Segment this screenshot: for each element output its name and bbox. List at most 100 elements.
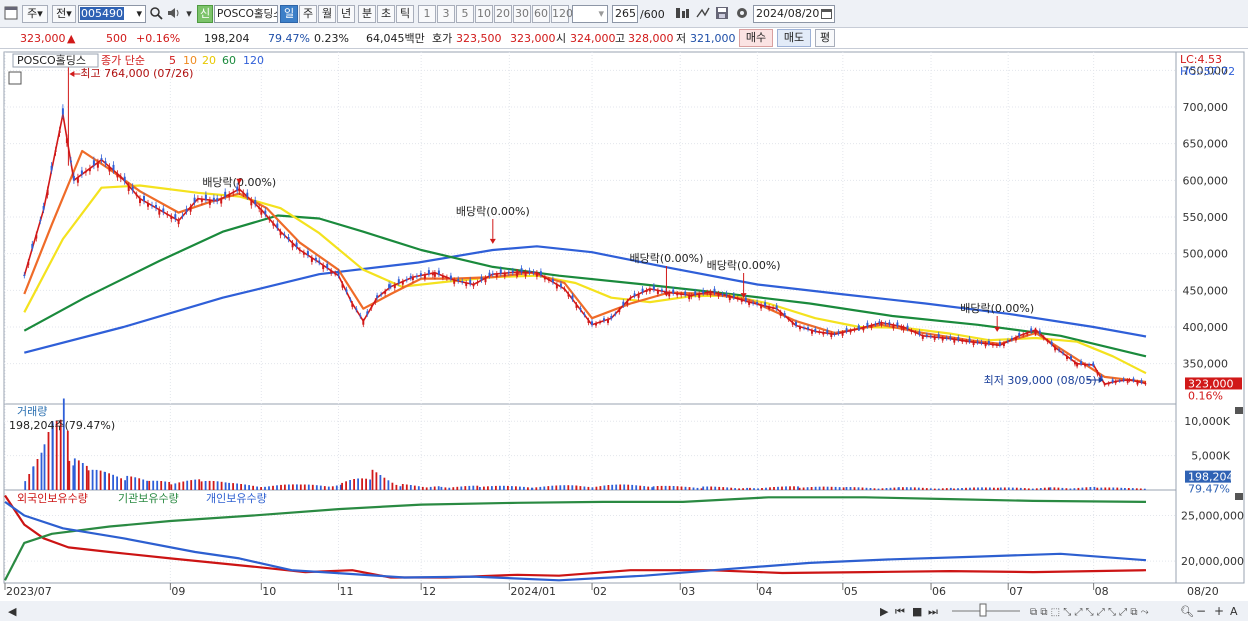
volume-bar xyxy=(753,488,755,490)
interval-30[interactable]: 30 xyxy=(513,5,531,23)
volume-bar xyxy=(43,444,46,490)
candle-body xyxy=(127,185,130,191)
date-input[interactable]: 2024/08/20 xyxy=(753,5,835,23)
candle-body xyxy=(618,309,621,313)
chevron-down-icon[interactable]: ▾ xyxy=(184,6,194,22)
volume-bar xyxy=(635,485,638,490)
market-select[interactable]: 주▾ xyxy=(22,5,48,23)
font-size-icon[interactable]: A xyxy=(1230,605,1238,618)
interval-60[interactable]: 60 xyxy=(532,5,550,23)
interval-custom-input[interactable]: ▾ xyxy=(572,5,608,23)
scroll-right-icon[interactable]: ▶ xyxy=(880,605,889,618)
volume-bar xyxy=(706,486,709,490)
candle-body xyxy=(419,273,422,276)
search-icon[interactable] xyxy=(148,6,164,22)
interval-10[interactable]: 10 xyxy=(475,5,493,23)
candle-body xyxy=(189,207,192,212)
up-arrow-icon: ▲ xyxy=(67,32,76,45)
last-page-icon[interactable]: ⏭ xyxy=(928,605,938,618)
volume-bar xyxy=(656,486,659,490)
interval-1[interactable]: 1 xyxy=(418,5,436,23)
volume-bar xyxy=(77,460,80,490)
gear-icon[interactable] xyxy=(734,6,750,22)
volume-bar xyxy=(857,487,860,490)
volume-bar xyxy=(168,482,171,490)
candle-body xyxy=(427,270,430,274)
period-second[interactable]: 초 xyxy=(377,5,395,23)
candle-body xyxy=(384,291,387,294)
volume-bar xyxy=(969,487,971,490)
lock-icon[interactable] xyxy=(695,6,711,22)
candle-body xyxy=(896,322,899,326)
speaker-icon[interactable] xyxy=(166,6,182,22)
period-week[interactable]: 주 xyxy=(299,5,317,23)
volume-bar xyxy=(830,486,833,490)
volume-bar xyxy=(160,481,163,490)
volume-bar xyxy=(680,486,683,490)
close-icon[interactable] xyxy=(1235,407,1243,414)
candle-body xyxy=(174,214,177,219)
candle-body xyxy=(326,263,329,268)
volume-bar xyxy=(1100,487,1103,490)
holdings-panel xyxy=(3,489,1177,584)
volume-bar xyxy=(220,481,223,490)
count-input[interactable]: 265 xyxy=(612,5,638,23)
stop-icon[interactable]: ■ xyxy=(912,605,922,618)
save-icon[interactable] xyxy=(714,6,730,22)
close-icon[interactable] xyxy=(1235,493,1243,500)
tool-icon[interactable] xyxy=(675,6,691,22)
candle-body xyxy=(461,281,464,282)
volume-bar xyxy=(456,486,459,490)
candle-body xyxy=(736,298,739,300)
scroll-left-icon[interactable]: ◀ xyxy=(8,605,17,618)
volume-bar xyxy=(615,484,618,490)
interval-120[interactable]: 120 xyxy=(551,5,573,23)
volume-bar xyxy=(599,486,602,490)
interval-5[interactable]: 5 xyxy=(456,5,474,23)
first-page-icon[interactable]: ⏮ xyxy=(895,605,905,618)
candle-body xyxy=(484,278,487,283)
calendar-icon[interactable] xyxy=(8,71,22,85)
volume-bar xyxy=(742,488,744,490)
volume-bar xyxy=(583,486,586,490)
volume-bar xyxy=(204,481,207,490)
candle-body xyxy=(874,323,877,325)
volume-bar xyxy=(405,484,408,490)
zoom-slider[interactable] xyxy=(979,603,987,617)
period-month[interactable]: 월 xyxy=(318,5,336,23)
stock-chart[interactable]: 최고 764,000 (07/26) 최저 309,000 (08/05) 배당락(… xyxy=(0,50,1248,621)
period-year[interactable]: 년 xyxy=(337,5,355,23)
calendar-icon[interactable] xyxy=(821,8,832,22)
volume-bar xyxy=(134,477,137,490)
zoom-out-icon[interactable]: − xyxy=(1196,604,1206,618)
buy-button[interactable]: 매수 xyxy=(739,29,773,47)
candle-body xyxy=(1107,383,1110,385)
interval-3[interactable]: 3 xyxy=(437,5,455,23)
volume-bar xyxy=(1089,487,1092,490)
candle-body xyxy=(147,203,149,207)
period-day[interactable]: 일 xyxy=(280,5,298,23)
zoom-icon[interactable]: 🔍︎ xyxy=(1180,605,1194,618)
candle-body xyxy=(318,260,321,263)
candle-body xyxy=(633,293,636,296)
chart-scrollbar[interactable]: ◀ ▶ ⏮ ■ ⏭ ⧉ ⧉ ⬚ ⤡ ⤢ ⤡ ⤢ ⤡ ⤢ ⧉ ⤳ 🔍︎ − + A xyxy=(0,601,1248,621)
zoom-in-icon[interactable]: + xyxy=(1214,604,1224,618)
volume-bar xyxy=(479,487,481,490)
volume-bar xyxy=(523,486,525,490)
volume-bar xyxy=(268,486,270,490)
eval-button[interactable]: 평 xyxy=(815,29,835,47)
interval-20[interactable]: 20 xyxy=(494,5,512,23)
period-minute[interactable]: 분 xyxy=(358,5,376,23)
scope-select[interactable]: 전▾ xyxy=(52,5,76,23)
candle-body xyxy=(921,335,924,339)
candle-body xyxy=(116,173,119,178)
stock-code-input[interactable]: 005490 ▾ xyxy=(78,5,146,23)
period-tick[interactable]: 틱 xyxy=(396,5,414,23)
date-value: 2024/08/20 xyxy=(756,7,820,20)
stock-name-field[interactable]: POSCO홀딩스 xyxy=(214,5,278,23)
volume-bar xyxy=(142,479,145,490)
window-icon[interactable] xyxy=(3,6,19,22)
draw-tools-icon[interactable]: ⧉ ⧉ ⬚ ⤡ ⤢ ⤡ ⤢ ⤡ ⤢ ⧉ ⤳ xyxy=(1030,607,1149,618)
volume-bar xyxy=(303,484,306,490)
sell-button[interactable]: 매도 xyxy=(777,29,811,47)
